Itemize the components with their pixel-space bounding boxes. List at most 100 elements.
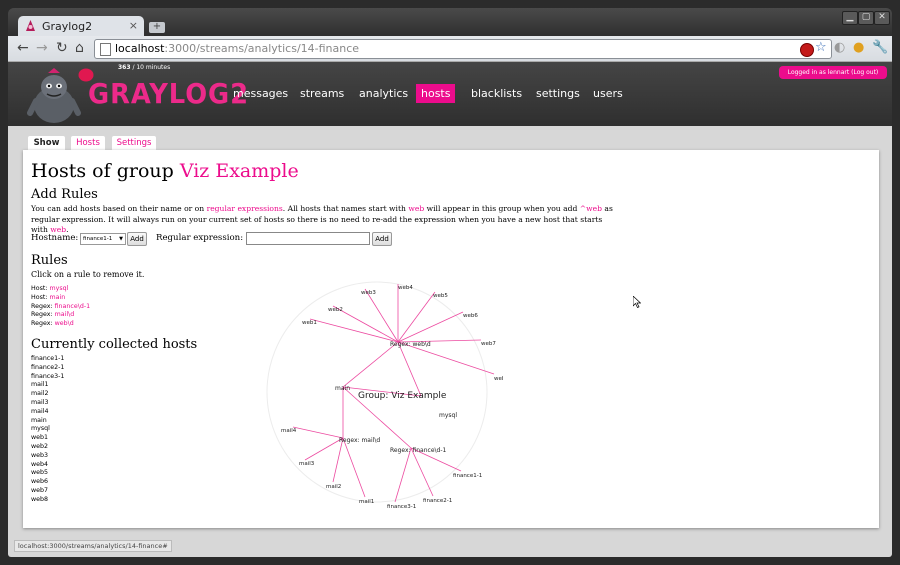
graph-leaf: mail2 bbox=[326, 484, 341, 490]
host-item: finance3-1 bbox=[31, 372, 65, 380]
nav-blacklists[interactable]: blacklists bbox=[466, 84, 527, 103]
reload-icon[interactable]: ↻ bbox=[56, 40, 68, 56]
browser-tab[interactable]: Graylog2 × bbox=[18, 16, 144, 36]
gorilla-logo-icon bbox=[27, 68, 81, 123]
graph-leaf: web8 bbox=[494, 376, 503, 382]
graph-edge bbox=[342, 437, 366, 498]
message-counter: 363 / 10 minutes bbox=[118, 64, 171, 71]
nav-streams[interactable]: streams bbox=[295, 84, 349, 103]
graph-leaf: web2 bbox=[328, 307, 343, 313]
graph-edge bbox=[394, 447, 412, 503]
browser-window: Graylog2 × + ▁ ▢ ✕ ← → ↻ ⌂ localhost:300… bbox=[8, 8, 892, 557]
host-item: web7 bbox=[31, 486, 49, 494]
graph-node-main: main bbox=[335, 385, 350, 392]
maximize-window-icon[interactable]: ▢ bbox=[858, 11, 874, 25]
graph-leaf: finance1-1 bbox=[453, 473, 482, 479]
graph-edge bbox=[364, 288, 399, 343]
chrome-extension-icon[interactable]: ● bbox=[853, 41, 864, 55]
graph-leaf: mail3 bbox=[299, 461, 315, 467]
address-bar[interactable]: localhost:3000/streams/analytics/14-fina… bbox=[94, 39, 832, 59]
blocked-extension-icon[interactable] bbox=[800, 43, 814, 57]
host-item: web2 bbox=[31, 442, 49, 450]
rules-list: Host: mysql Host: main Regex: finance\d-… bbox=[31, 285, 90, 329]
add-regex-button[interactable]: Add bbox=[372, 232, 392, 246]
mouse-cursor-icon bbox=[633, 296, 641, 308]
nav-hosts[interactable]: hosts bbox=[416, 84, 456, 103]
graph-leaf: web6 bbox=[463, 313, 478, 319]
forward-arrow-icon[interactable]: → bbox=[36, 40, 48, 56]
back-arrow-icon[interactable]: ← bbox=[17, 40, 29, 56]
chevron-down-icon: ▼ bbox=[119, 236, 123, 242]
graylog-logo-text: GRAYLOG2 bbox=[88, 77, 249, 110]
host-item: finance1-1 bbox=[31, 355, 65, 362]
collected-hosts-list: finance1-1 finance2-1 finance3-1 mail1 m… bbox=[31, 355, 64, 505]
graph-leaf: web7 bbox=[481, 341, 496, 347]
url-text: localhost:3000/streams/analytics/14-fina… bbox=[115, 42, 360, 55]
page-title: Hosts of group Viz Example bbox=[31, 160, 299, 182]
host-item: mail4 bbox=[31, 407, 49, 415]
host-item: web1 bbox=[31, 434, 49, 442]
sub-tabs: Show Hosts Settings bbox=[8, 126, 892, 150]
browser-status-bar: localhost:3000/streams/analytics/14-fina… bbox=[14, 540, 172, 552]
browser-toolbar: ← → ↻ ⌂ localhost:3000/streams/analytics… bbox=[8, 36, 892, 62]
rule-item[interactable]: Host: main bbox=[31, 294, 90, 303]
graph-node-finance: Regex: finance\d-1 bbox=[390, 447, 447, 454]
tab-hosts[interactable]: Hosts bbox=[71, 136, 105, 150]
graph-node-mail: Regex: mail\d bbox=[339, 437, 380, 444]
close-tab-icon[interactable]: × bbox=[129, 19, 138, 32]
nav-messages[interactable]: messages bbox=[228, 84, 293, 103]
host-item: main bbox=[31, 416, 47, 424]
graph-edge bbox=[304, 437, 344, 461]
nav-settings[interactable]: settings bbox=[531, 84, 585, 103]
regex-docs-link[interactable]: regular expressions bbox=[207, 204, 283, 213]
graph-leaf: web3 bbox=[361, 290, 376, 296]
host-item: mail2 bbox=[31, 390, 49, 398]
rule-item[interactable]: Regex: finance\d-1 bbox=[31, 303, 90, 312]
graph-leaf: mail4 bbox=[281, 428, 297, 434]
graph-edge bbox=[332, 437, 344, 483]
rule-item[interactable]: Regex: mail\d bbox=[31, 311, 90, 320]
logout-link[interactable]: (Log out) bbox=[851, 69, 878, 76]
minimize-window-icon[interactable]: ▁ bbox=[842, 11, 858, 25]
rules-hint: Click on a rule to remove it. bbox=[31, 270, 145, 279]
rule-item[interactable]: Regex: web\d bbox=[31, 320, 90, 329]
graph-edge bbox=[397, 341, 422, 397]
graph-center-label: Group: Viz Example bbox=[358, 391, 447, 401]
wrench-menu-icon[interactable]: 🔧 bbox=[872, 41, 888, 55]
page-icon bbox=[100, 43, 111, 56]
hostname-label: Hostname: bbox=[31, 233, 79, 243]
graph-node-mysql: mysql bbox=[439, 412, 457, 419]
host-item: web3 bbox=[31, 451, 49, 459]
add-host-button[interactable]: Add bbox=[127, 232, 147, 246]
host-group-graph: Group: Viz Example Regex: web\d Regex: m… bbox=[266, 281, 503, 510]
tab-show[interactable]: Show bbox=[28, 136, 65, 150]
tab-strip: Graylog2 × + ▁ ▢ ✕ bbox=[8, 8, 892, 36]
graph-edge bbox=[397, 311, 464, 343]
add-rules-heading: Add Rules bbox=[31, 187, 98, 202]
add-rules-description: You can add hosts based on their name or… bbox=[31, 204, 613, 234]
nav-analytics[interactable]: analytics bbox=[354, 84, 413, 103]
tab-title: Graylog2 bbox=[42, 20, 93, 33]
regex-input[interactable] bbox=[246, 232, 370, 245]
tab-settings[interactable]: Settings bbox=[112, 136, 156, 150]
graylog-header: 363 / 10 minutes GRAYLOG2 messages strea… bbox=[8, 62, 892, 126]
nav-users[interactable]: users bbox=[588, 84, 628, 103]
home-icon[interactable]: ⌂ bbox=[75, 40, 84, 56]
graph-edge bbox=[342, 341, 399, 388]
hostname-select[interactable]: finance1-1 ▼ bbox=[80, 233, 126, 245]
graph-edge bbox=[410, 447, 434, 497]
bookmark-star-icon[interactable]: ☆ bbox=[815, 39, 827, 57]
graph-leaf: finance3-1 bbox=[387, 504, 416, 510]
host-item: mail1 bbox=[31, 381, 49, 389]
regex-label: Regular expression: bbox=[156, 233, 244, 243]
graph-leaf: web4 bbox=[398, 285, 413, 291]
graph-leaf: mail1 bbox=[359, 499, 374, 505]
new-tab-button[interactable]: + bbox=[149, 22, 165, 33]
rule-item[interactable]: Host: mysql bbox=[31, 285, 90, 294]
graph-leaf: web1 bbox=[302, 320, 317, 326]
host-item: web4 bbox=[31, 460, 49, 468]
host-item: web5 bbox=[31, 469, 49, 477]
close-window-icon[interactable]: ✕ bbox=[874, 11, 890, 25]
graph-edge bbox=[292, 426, 344, 439]
extension-icon[interactable]: ◐ bbox=[834, 41, 845, 55]
